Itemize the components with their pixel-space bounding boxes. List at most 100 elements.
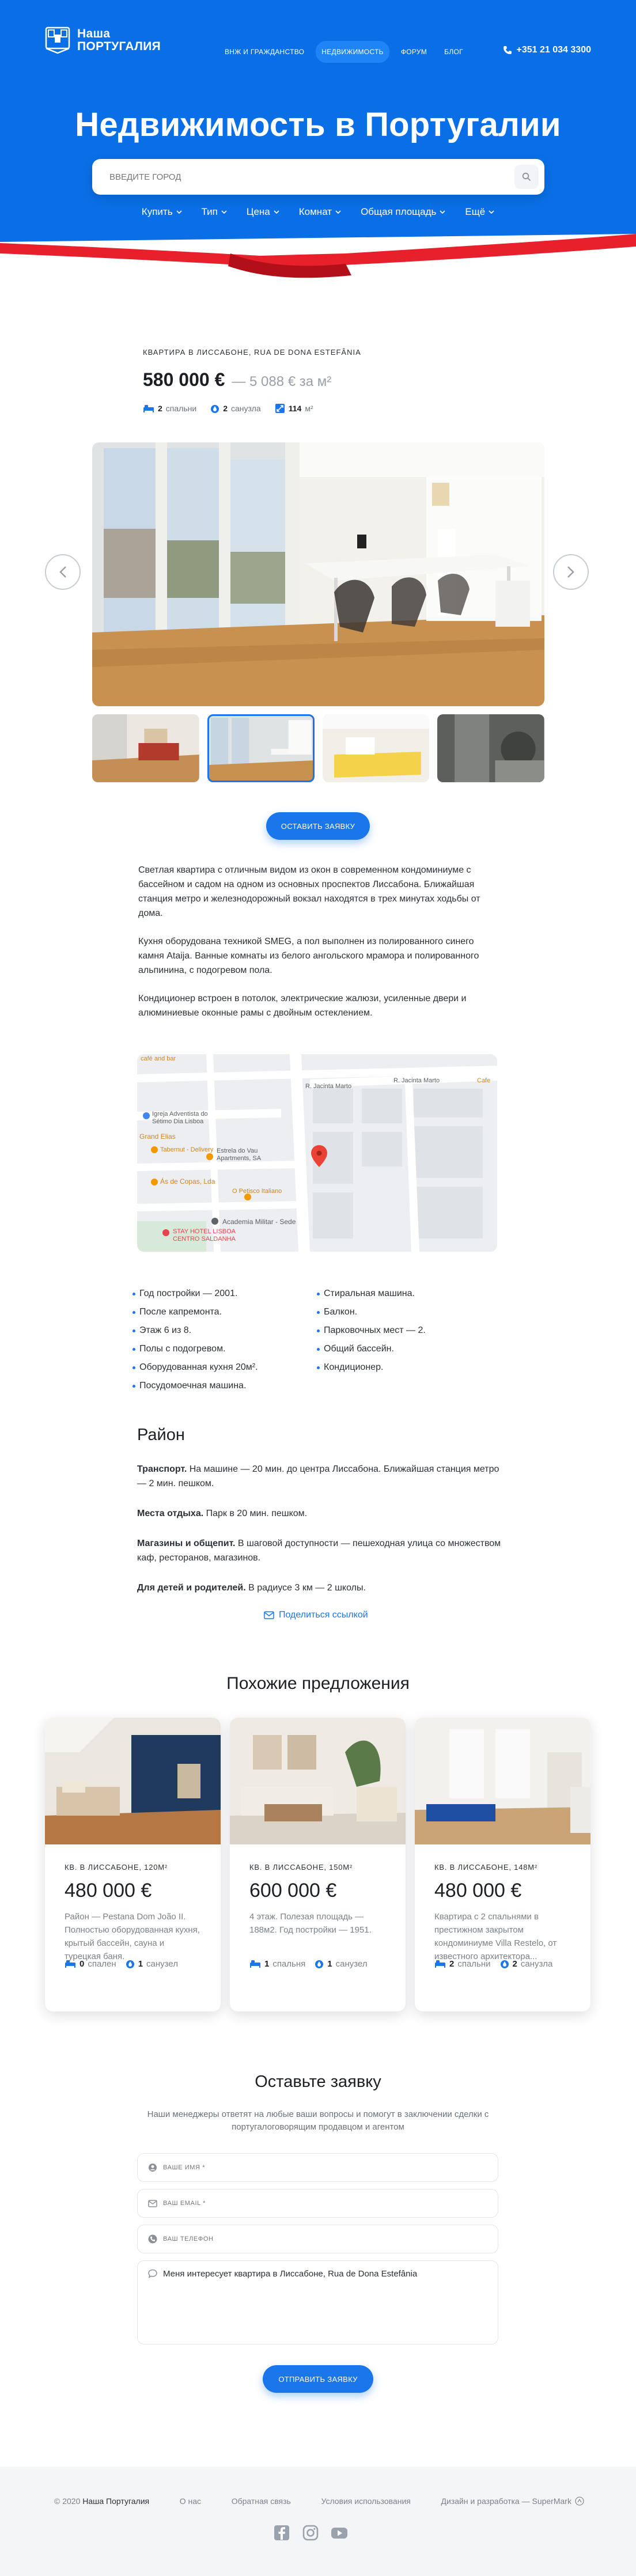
feature-item: Этаж 6 из 8. <box>132 1321 317 1340</box>
features-right: Стиральная машина. Балкон. Парковочных м… <box>317 1285 501 1395</box>
youtube-icon[interactable] <box>331 2524 348 2541</box>
form-subtitle: Наши менеджеры ответят на любые ваши воп… <box>147 2109 489 2132</box>
chevron-down-icon <box>221 210 227 214</box>
card-beds-label: спальня <box>272 1958 306 1969</box>
similar-card[interactable]: Кв. в Лиссабоне, 148м² 480 000 € Квартир… <box>415 1718 590 2011</box>
copyright-year: © 2020 <box>54 2497 81 2506</box>
similar-card[interactable]: Кв. в Лиссабоне, 120м² 480 000 € Район —… <box>45 1718 221 2011</box>
nav-item-forum[interactable]: Форум <box>395 41 433 63</box>
map-street-label: R. Jacinta Marto <box>305 1083 352 1090</box>
feature-item: Посудомоечная машина. <box>132 1377 317 1395</box>
similar-title: Похожие предложения <box>226 1674 410 1693</box>
map-label: Estrela do Vau Apartments, SA <box>217 1147 262 1162</box>
district-item-title: Транспорт. <box>137 1464 187 1474</box>
card-beds-label: спален <box>88 1958 116 1969</box>
drop-icon <box>211 405 219 413</box>
district-item-text: На машине — 20 мин. до центра Лиссабона.… <box>137 1464 499 1488</box>
price-row: 580 000 € — 5 088 € за м² <box>143 369 500 391</box>
footer-credit[interactable]: Дизайн и разработка — SuperMark <box>441 2497 584 2506</box>
card-body: Кв. в Лиссабоне, 120м² 480 000 € Район —… <box>45 1844 221 1969</box>
chevron-down-icon <box>489 210 494 214</box>
city-search-input[interactable] <box>109 171 478 183</box>
card-crumb: Кв. в Лиссабоне, 150м² <box>249 1863 353 1872</box>
district-section: Район Транспорт. На машине — 20 мин. до … <box>137 1426 506 1611</box>
phone-number: +351 21 034 3300 <box>516 45 591 55</box>
hero-red-stripe <box>0 234 636 288</box>
chevron-left-icon <box>59 566 66 578</box>
logo-line-1: Наша <box>77 27 111 40</box>
user-icon <box>149 2164 157 2172</box>
district-item-title: Для детей и родителей. <box>137 1583 246 1593</box>
card-text: Квартира с 2 спальнями в престижном закр… <box>434 1912 557 1961</box>
instagram-icon[interactable] <box>302 2524 319 2541</box>
area-value: 114 <box>288 404 302 413</box>
share-link[interactable]: Поделиться ссылкой <box>264 1610 368 1620</box>
phone-link[interactable]: +351 21 034 3300 <box>503 45 591 55</box>
feature-item: Год постройки — 2001. <box>132 1285 317 1303</box>
filter-area[interactable]: Общая площадь <box>361 206 445 218</box>
email-input[interactable] <box>163 2200 486 2207</box>
footer-link-about[interactable]: О нас <box>180 2497 201 2506</box>
property-header: Квартира в Лиссабоне, Rua de Dona Estefâ… <box>143 348 500 414</box>
price-per-m2: — 5 088 € за м² <box>232 374 332 389</box>
bed-icon <box>143 405 154 412</box>
card-beds: 1 спальня <box>249 1958 305 1969</box>
map-label: Cafe <box>477 1077 491 1084</box>
property-specs: 2 спальни 2 санузла 114 м² <box>143 403 500 414</box>
filter-price[interactable]: Цена <box>247 206 279 218</box>
filter-rooms-label: Комнат <box>298 206 332 217</box>
card-beds-count: 0 <box>80 1958 85 1969</box>
bedrooms-label: спальни <box>165 404 197 413</box>
card-crumb: Кв. в Лиссабоне, 148м² <box>434 1863 538 1872</box>
filter-type[interactable]: Тип <box>202 206 227 218</box>
chevron-down-icon <box>335 210 341 214</box>
card-baths-label: санузла <box>520 1958 553 1969</box>
card-baths-label: санузел <box>335 1958 368 1969</box>
nav-item-residence[interactable]: ВНЖ и гражданство <box>219 41 310 63</box>
filter-rooms[interactable]: Комнат <box>299 206 341 218</box>
leave-request-button[interactable]: Оставить заявку <box>266 812 370 840</box>
filter-price-label: Цена <box>246 206 270 217</box>
shield-logo-icon <box>45 26 70 54</box>
property-price: 580 000 € <box>143 369 225 390</box>
gallery-prev-button[interactable] <box>45 554 81 590</box>
credit-text: Дизайн и разработка — SuperMark <box>441 2497 571 2506</box>
site-logo[interactable]: Наша Португалия <box>45 26 161 54</box>
map-street-label: R. Jacinta Marto <box>393 1077 440 1084</box>
search-button[interactable] <box>514 165 539 189</box>
submit-request-button[interactable]: Отправить заявку <box>263 2365 373 2393</box>
property-crumb: Квартира в Лиссабоне, Rua de Dona Estefâ… <box>143 348 361 357</box>
nav-item-blog[interactable]: Блог <box>438 41 469 63</box>
main-photo[interactable] <box>92 442 544 706</box>
card-beds-count: 2 <box>449 1958 455 1969</box>
gallery-next-button[interactable] <box>553 554 589 590</box>
facebook-icon[interactable] <box>273 2524 290 2541</box>
nav-item-real-estate[interactable]: Недвижимость <box>316 41 389 63</box>
chevron-down-icon <box>274 210 279 214</box>
card-text: Район — Pestana Dom João II. Полностью о… <box>65 1912 200 1961</box>
location-map[interactable]: café and bar Igreja Adventista do Sétimo… <box>137 1054 497 1252</box>
feature-item: После капремонта. <box>132 1303 317 1321</box>
drop-icon <box>500 1960 509 1968</box>
thumbnail-active[interactable] <box>207 714 315 782</box>
thumbnail-strip <box>92 714 544 782</box>
envelope-icon <box>148 2199 157 2207</box>
similar-card[interactable]: Кв. в Лиссабоне, 150м² 600 000 € 4 этаж.… <box>230 1718 406 2011</box>
footer-link-terms[interactable]: Условия использования <box>321 2497 410 2506</box>
phone-input[interactable] <box>163 2236 486 2242</box>
bedrooms-count: 2 <box>158 404 162 413</box>
bed-icon <box>435 1960 445 1968</box>
thumbnail[interactable] <box>322 714 430 782</box>
card-baths: 2 санузла <box>500 1958 553 1969</box>
filter-buy[interactable]: Купить <box>142 206 182 218</box>
spec-area: 114 м² <box>275 403 313 414</box>
message-field[interactable]: Меня интересует квартира в Лиссабоне, Ru… <box>137 2260 498 2344</box>
property-description: Светлая квартира с отличным видом из око… <box>138 863 501 1034</box>
name-input[interactable] <box>163 2164 486 2171</box>
email-field <box>137 2189 498 2218</box>
thumbnail[interactable] <box>92 714 199 782</box>
footer-link-feedback[interactable]: Обратная связь <box>232 2497 291 2506</box>
thumb-photo-3 <box>322 714 430 782</box>
thumbnail[interactable] <box>437 714 544 782</box>
filter-more[interactable]: Ещё <box>465 206 494 218</box>
